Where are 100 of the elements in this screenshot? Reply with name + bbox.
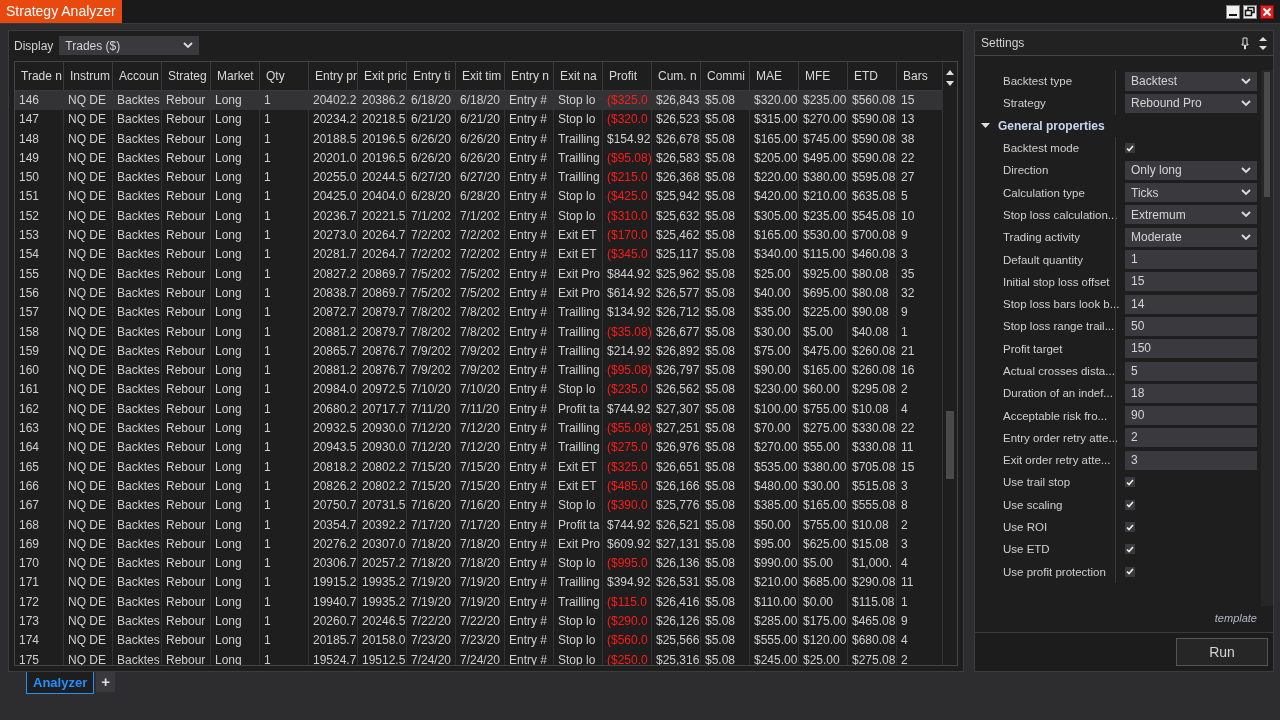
property-field[interactable]: 50 xyxy=(1125,316,1257,336)
table-cell: 7/12/20 xyxy=(456,438,505,458)
column-header[interactable]: Qty xyxy=(260,62,309,90)
column-header[interactable]: Exit na xyxy=(554,62,603,90)
template-link[interactable]: template xyxy=(1214,612,1257,624)
column-header[interactable]: Accoun xyxy=(113,62,162,90)
minimize-icon[interactable] xyxy=(1226,4,1240,19)
column-header[interactable]: Entry ti xyxy=(407,62,456,90)
table-cell: Entry # xyxy=(505,187,554,207)
table-cell: $635.08 xyxy=(848,187,897,207)
table-cell: $590.08 xyxy=(848,110,897,130)
table-cell: Backtes xyxy=(113,361,162,381)
scroll-down-icon[interactable] xyxy=(945,80,955,87)
scrollbar[interactable] xyxy=(942,62,957,665)
table-cell: $27,131 xyxy=(652,534,701,555)
property-dropdown[interactable]: Extremum xyxy=(1125,205,1257,225)
table-cell: $80.08 xyxy=(848,283,897,304)
chevron-icon xyxy=(1241,77,1251,85)
property-field[interactable]: 15 xyxy=(1125,272,1257,292)
property-field[interactable]: 18 xyxy=(1125,383,1257,403)
table-cell: $330.08 xyxy=(848,419,897,439)
property-dropdown[interactable]: Ticks xyxy=(1125,183,1257,203)
table-cell: $25,117 xyxy=(652,245,701,265)
close-icon[interactable] xyxy=(1260,4,1274,19)
table-cell: 149 xyxy=(15,148,64,169)
property-label: Use ROI xyxy=(1002,521,1049,534)
scroll-down-icon[interactable] xyxy=(1259,44,1267,51)
add-tab-button[interactable]: + xyxy=(96,672,115,692)
column-header[interactable]: MAE xyxy=(750,62,799,90)
table-cell: Trailling xyxy=(554,303,603,323)
table-cell: NQ DE xyxy=(64,341,113,362)
scroll-thumb[interactable] xyxy=(946,411,954,479)
property-dropdown[interactable]: Only long xyxy=(1125,160,1257,180)
table-cell: Long xyxy=(211,573,260,593)
table-cell: 6/26/20 xyxy=(456,148,505,169)
property-label: Exit order retry atte... xyxy=(1002,454,1112,467)
table-cell: 7/17/20 xyxy=(456,515,505,535)
column-header[interactable]: Strateg xyxy=(162,62,211,90)
table-cell: 7/12/20 xyxy=(407,438,456,458)
table-cell: $26,523 xyxy=(652,110,701,130)
table-cell: 20196.5 xyxy=(358,129,407,149)
property-field[interactable]: 90 xyxy=(1125,406,1257,426)
table-cell: $25,962 xyxy=(652,264,701,284)
property-field[interactable]: 150 xyxy=(1125,339,1257,359)
table-cell: $270.00 xyxy=(799,110,848,130)
property-field[interactable]: 2 xyxy=(1125,428,1257,448)
column-header[interactable]: Entry n xyxy=(505,62,554,90)
table-cell: $25,776 xyxy=(652,496,701,516)
column-header[interactable]: MFE xyxy=(799,62,848,90)
property-field[interactable]: 3 xyxy=(1125,450,1257,470)
checkbox[interactable] xyxy=(1125,477,1135,488)
expand-icon[interactable] xyxy=(981,121,990,131)
column-header[interactable]: Exit pric xyxy=(358,62,407,90)
column-header[interactable]: Entry pr xyxy=(309,62,358,90)
table-row[interactable]: 146 NQ DE Backtes Rebour Long 1 20402.2 20386.2 6/18/20 6/18/20 Entry # Stop lo ($325.0 $26,843 $5.08 $320.00 $235.00 $560.08 15 xyxy=(15,91,942,111)
table-cell: $30.00 xyxy=(799,476,848,497)
group-header[interactable]: General properties xyxy=(975,114,1261,137)
tab[interactable]: Analyzer xyxy=(26,672,95,694)
table-cell: Exit Pro xyxy=(554,264,603,284)
run-button[interactable]: Run xyxy=(1176,638,1268,666)
table-cell: Backtes xyxy=(113,341,162,362)
table-cell: 6/26/20 xyxy=(407,129,456,149)
table-cell: Backtes xyxy=(113,245,162,265)
table-cell: 20881.2 xyxy=(309,361,358,381)
property-field[interactable]: 14 xyxy=(1125,294,1257,314)
scroll-up-icon[interactable] xyxy=(1259,35,1267,42)
table-cell: $5.08 xyxy=(701,245,750,265)
table-cell: 20244.5 xyxy=(358,168,407,188)
column-header[interactable]: Instrum xyxy=(64,62,113,90)
checkbox[interactable] xyxy=(1125,566,1135,577)
property-field[interactable]: 1 xyxy=(1125,250,1257,269)
checkbox[interactable] xyxy=(1125,143,1135,154)
column-header[interactable]: Trade n xyxy=(15,62,64,90)
column-header[interactable]: Market xyxy=(211,62,260,90)
scroll-up-icon[interactable] xyxy=(945,69,955,76)
column-header[interactable]: ETD xyxy=(848,62,897,90)
table-cell: 20386.2 xyxy=(358,91,407,111)
table-cell: 20276.2 xyxy=(309,534,358,555)
table-cell: Rebour xyxy=(162,226,211,246)
property-dropdown[interactable]: Backtest xyxy=(1125,71,1257,91)
checkbox[interactable] xyxy=(1125,499,1135,510)
restore-icon[interactable] xyxy=(1243,4,1257,19)
pin-icon[interactable] xyxy=(1241,36,1249,50)
checkbox[interactable] xyxy=(1125,544,1135,555)
table-cell: $5.08 xyxy=(701,226,750,246)
property-dropdown[interactable]: Moderate xyxy=(1125,227,1257,247)
table-cell: NQ DE xyxy=(64,226,113,246)
property-label: Use scaling xyxy=(1002,498,1064,511)
column-header[interactable]: Exit tim xyxy=(456,62,505,90)
display-dropdown[interactable]: Trades ($) xyxy=(59,36,200,55)
table-cell: 7/8/202 xyxy=(407,303,456,323)
property-dropdown[interactable]: Rebound Pro xyxy=(1125,93,1257,113)
scroll-thumb[interactable] xyxy=(1264,72,1270,197)
table-cell: Long xyxy=(211,438,260,458)
checkbox[interactable] xyxy=(1125,522,1135,533)
column-header[interactable]: Cum. n xyxy=(652,62,701,90)
property-field[interactable]: 5 xyxy=(1125,361,1257,381)
column-header[interactable]: Profit xyxy=(603,62,652,90)
column-header[interactable]: Commi xyxy=(701,62,750,90)
table-cell: 1 xyxy=(260,303,309,323)
